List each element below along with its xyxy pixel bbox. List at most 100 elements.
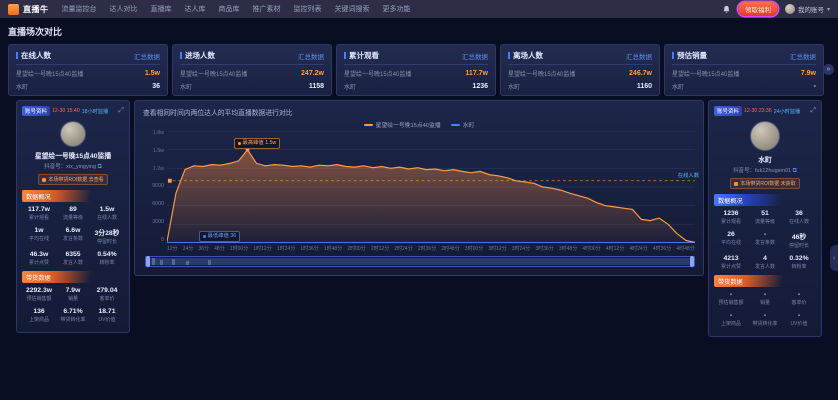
section-chip-overview: 数据概况 — [22, 190, 93, 202]
stat-cell: - 预估销售额 — [714, 291, 748, 306]
account1-value: 7.9w — [801, 70, 816, 77]
data-zoom-slider[interactable] — [145, 256, 695, 267]
chart-legend: 星望绘一号晚15点40监播 水町 — [143, 120, 695, 129]
top-navbar: 直播牛 流量监控台达人对比直播库达人库商品库推广素材监控列表关键词搜索更多功能 … — [0, 0, 838, 18]
card-summary-link[interactable]: 汇总数据 — [462, 51, 488, 61]
stat-label: UV价值 — [782, 320, 816, 327]
comparison-chart-panel: 查看相同时间内两位达人的平均直播数据进行对比 星望绘一号晚15点40监播 水町 — [134, 100, 704, 276]
nav-menu-item[interactable]: 推广素材 — [253, 4, 281, 14]
streamer-avatar[interactable] — [750, 121, 780, 151]
card-summary-link[interactable]: 汇总数据 — [298, 51, 324, 61]
x-axis-tick: 12分 — [167, 245, 178, 252]
nav-menu-item[interactable]: 商品库 — [219, 4, 240, 14]
stat-value: - — [714, 291, 748, 298]
stat-value: 1w — [22, 227, 56, 234]
stat-value: 279.04 — [90, 287, 124, 294]
nav-menu-item[interactable]: 监控列表 — [294, 4, 322, 14]
card-row-account2: 水町 1158 — [180, 82, 324, 91]
x-axis-tick: 1时36分 — [300, 245, 318, 252]
nav-menu-item[interactable]: 关键词搜索 — [335, 4, 370, 14]
card-title: 进场人数 — [180, 50, 215, 61]
page-title: 直播场次对比 — [8, 25, 830, 38]
stat-cell: 6355 发言人数 — [56, 251, 90, 266]
card-row-account1: 星望绘一号晚15点40监播 7.9w — [672, 69, 816, 78]
account1-name: 星望绘一号晚15点40监播 — [16, 69, 83, 78]
zoom-handle-left[interactable] — [146, 256, 150, 267]
panel-expand-icon[interactable]: ⤢ — [118, 107, 124, 115]
card-summary-link[interactable]: 汇总数据 — [134, 51, 160, 61]
notification-bell-icon[interactable] — [722, 5, 731, 14]
stat-label: 累计点赞 — [22, 259, 56, 266]
nav-menu-item[interactable]: 达人库 — [185, 4, 206, 14]
stat-value: 26 — [714, 231, 748, 238]
stat-label: 累计观看 — [714, 218, 748, 225]
panel-header-title: 账号资料 — [22, 106, 50, 116]
stat-label: UV价值 — [90, 316, 124, 323]
copy-icon[interactable]: ⧉ — [793, 168, 797, 174]
summary-card: 预估销量 汇总数据 星望绘一号晚15点40监播 7.9w 水町 - — [664, 44, 824, 96]
x-axis-tick: 1时00分 — [230, 245, 248, 252]
card-title: 预估销量 — [672, 50, 707, 61]
card-row-account1: 星望绘一号晚15点40监播 117.7w — [344, 69, 488, 78]
card-title: 离场人数 — [508, 50, 543, 61]
stat-cell: 2292.3w 预估销售额 — [22, 287, 56, 302]
title-accent-bar — [508, 52, 510, 59]
stat-cell: 1w 平均在线 — [22, 227, 56, 245]
panel-header-title: 账号资料 — [714, 106, 742, 116]
stat-cell: 36 在线人数 — [782, 210, 816, 225]
x-axis: 12分24分36分48分1时00分1时12分1时24分1时36分1时48分2时0… — [167, 245, 695, 252]
stat-cell: - 销量 — [748, 291, 782, 306]
x-axis-tick: 2时48分 — [441, 245, 459, 252]
card-row-account1: 星望绘一号晚15点40监播 1.5w — [16, 69, 160, 78]
mini-bar — [208, 260, 211, 265]
roi-badge[interactable]: 本场带货ROI数据 未获取 — [730, 178, 799, 189]
zoom-handle-right[interactable] — [690, 256, 694, 267]
user-avatar — [785, 4, 795, 14]
user-menu[interactable]: 我的账号 ▾ — [785, 4, 830, 14]
nav-menu-item[interactable]: 达人对比 — [110, 4, 138, 14]
cards-expand-button[interactable]: » — [823, 64, 834, 75]
legend-item[interactable]: 水町 — [451, 120, 475, 129]
vip-promo-button[interactable]: 领取福利 — [738, 2, 778, 16]
legend-swatch — [364, 124, 373, 126]
card-summary-link[interactable]: 汇总数据 — [790, 51, 816, 61]
card-summary-link[interactable]: 汇总数据 — [626, 51, 652, 61]
panel-expand-icon[interactable]: ⤢ — [810, 107, 816, 115]
account2-value: 1160 — [637, 83, 652, 90]
streamer-avatar[interactable] — [60, 121, 86, 147]
copy-icon[interactable]: ⧉ — [98, 164, 102, 170]
x-axis-tick: 4时24分 — [629, 245, 647, 252]
stat-cell: 46秒 停留时长 — [782, 231, 816, 249]
section-chip-sales: 带货数据 — [22, 271, 93, 283]
card-row-account2: 水町 - — [672, 82, 816, 91]
stat-value: 46秒 — [782, 231, 816, 241]
stat-value: 4213 — [714, 255, 748, 262]
nav-menu-item[interactable]: 直播库 — [151, 4, 172, 14]
nav-menu-item[interactable]: 更多功能 — [383, 4, 411, 14]
stat-cell: 279.04 客单价 — [90, 287, 124, 302]
stat-value: 136 — [22, 308, 56, 315]
stat-cell: 136 上架商品 — [22, 308, 56, 323]
stat-value: 6.6w — [56, 227, 90, 234]
right-streamer-panel: 账号资料 12-30 23:36 24小时监播 ⤢ 水町 抖音号：fuk12hu… — [708, 100, 822, 337]
plot-area[interactable]: 最高峰值 1.5w 最低峰值 36 在线人数 — [167, 131, 695, 243]
legend-item[interactable]: 星望绘一号晚15点40监播 — [364, 120, 441, 129]
low-dot-icon — [203, 235, 206, 238]
data-zoom-window[interactable] — [149, 258, 691, 265]
stat-value: 3分28秒 — [90, 227, 124, 237]
x-axis-tick: 3时36分 — [535, 245, 553, 252]
x-axis-tick: 3时00分 — [465, 245, 483, 252]
stat-value: 6355 — [56, 251, 90, 258]
main-row: 账号资料 12-30 15:40 18小时监播 ⤢ 星望绘一号晚15点40监播 … — [8, 96, 830, 337]
roi-badge[interactable]: 本场带货ROI数据 去查看 — [38, 174, 107, 185]
app-logo[interactable]: 直播牛 — [8, 4, 49, 15]
navbar-right: 领取福利 我的账号 ▾ — [722, 2, 830, 16]
drawer-collapse-handle[interactable]: ‹ — [830, 245, 838, 271]
nav-menu-item[interactable]: 流量监控台 — [62, 4, 97, 14]
stat-label: 上架商品 — [714, 320, 748, 327]
panel-date: 12-30 23:36 — [744, 108, 772, 114]
stat-label: 累计点赞 — [714, 263, 748, 270]
panel-duration: 24小时监播 — [774, 108, 801, 115]
stat-label: 累计观看 — [22, 214, 56, 221]
account2-value: 1236 — [472, 83, 488, 90]
